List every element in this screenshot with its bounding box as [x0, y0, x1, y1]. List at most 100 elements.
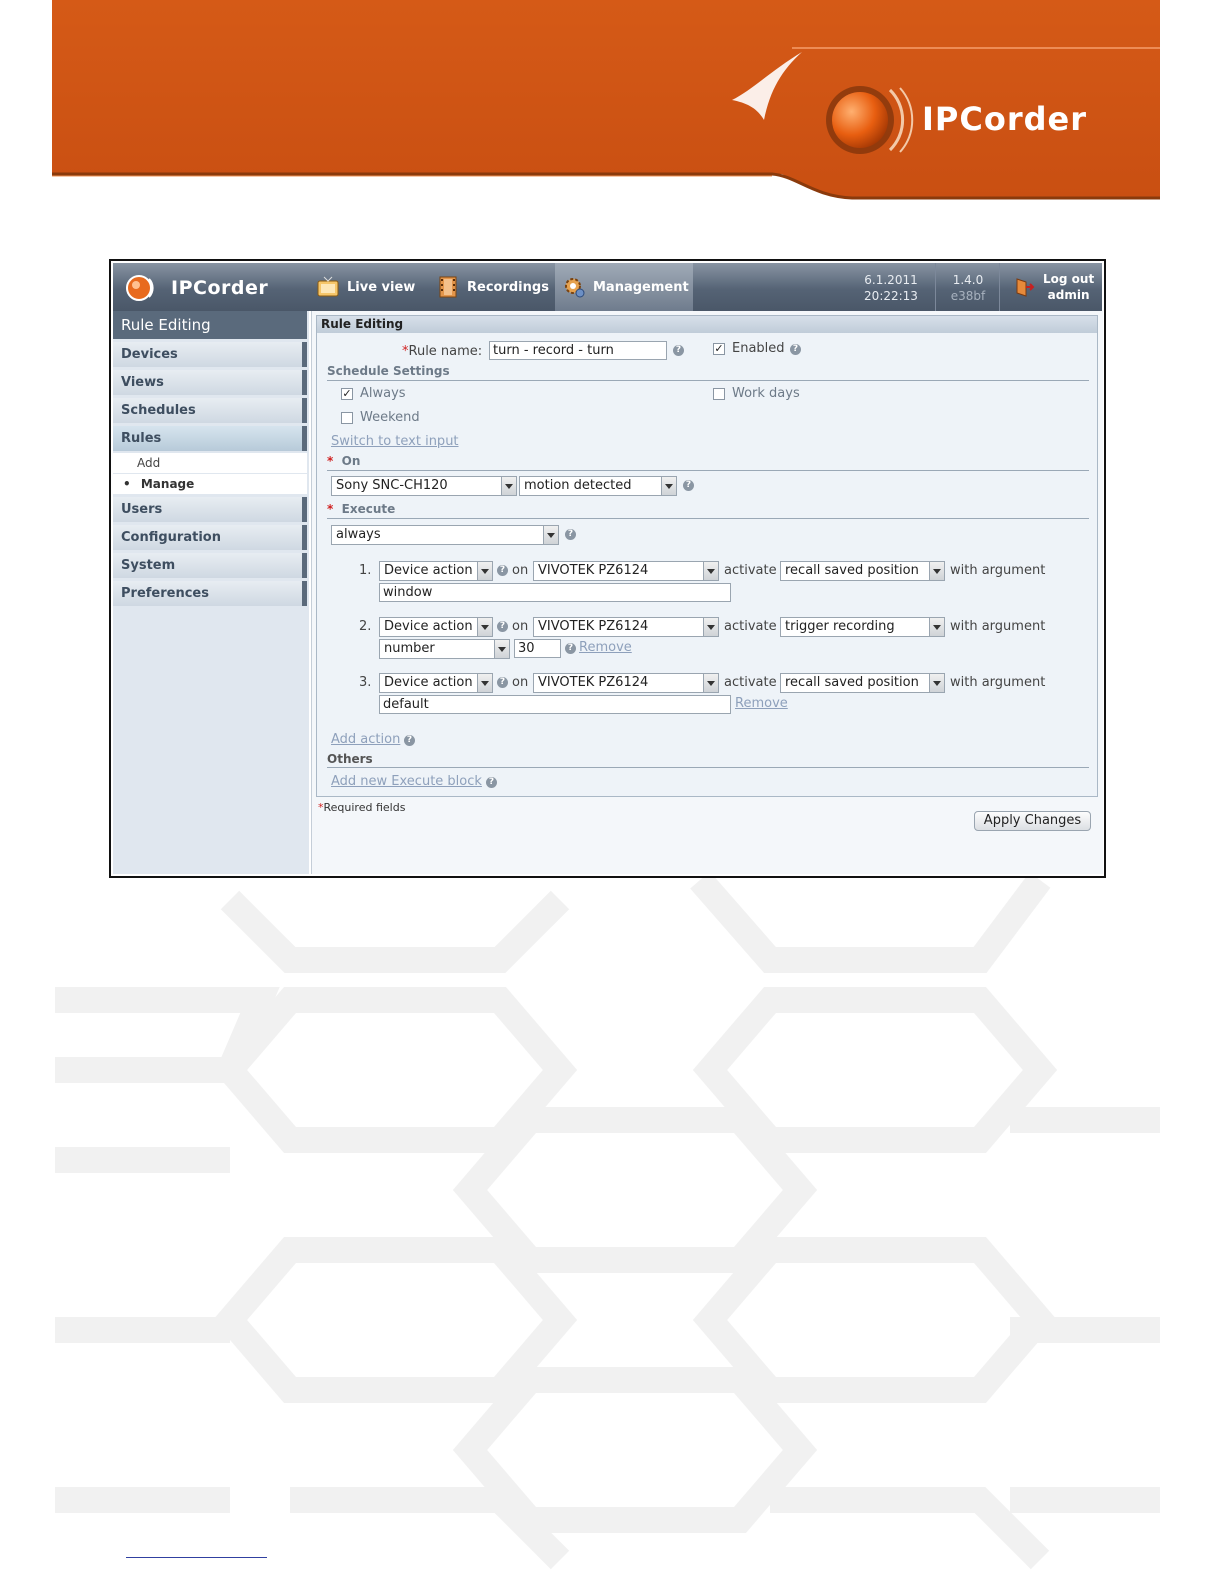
nav-management[interactable]: Management [563, 263, 689, 311]
on-event-select[interactable]: motion detected [519, 476, 677, 496]
help-icon[interactable]: ? [565, 529, 576, 540]
execute-condition-select[interactable]: always [331, 525, 559, 545]
app-name: IPCorder [171, 277, 269, 299]
nav-recordings[interactable]: Recordings [437, 263, 549, 311]
chevron-down-icon [661, 477, 676, 495]
activate-word: activate [724, 619, 777, 634]
chevron-down-icon [929, 674, 944, 692]
with-argument-word: with argument [950, 619, 1046, 634]
sidebar-item-schedules[interactable]: Schedules [113, 398, 307, 423]
rule-editing-panel: Rule Editing *Rule name: turn - record -… [316, 315, 1098, 797]
always-checkbox[interactable]: ✓ [341, 388, 353, 400]
sidebar-item-system[interactable]: System [113, 553, 307, 578]
nav-management-label: Management [593, 279, 689, 295]
top-bar: IPCorder Live view Recordings Management… [113, 263, 1102, 311]
chevron-down-icon [543, 526, 558, 544]
logout-icon [1016, 278, 1035, 297]
on-device-select[interactable]: Sony SNC-CH120 [331, 476, 517, 496]
app-screenshot: IPCorder Live view Recordings Management… [109, 259, 1106, 878]
sidebar-subitem-manage[interactable]: • Manage [113, 474, 307, 494]
datetime-readout: 6.1.2011 20:22:13 [855, 272, 927, 304]
section-divider [327, 518, 1089, 519]
enabled-label: Enabled [732, 341, 785, 356]
always-label: Always [360, 386, 406, 401]
topbar-divider [935, 263, 936, 311]
chevron-down-icon [703, 618, 718, 636]
action-function-select[interactable]: recall saved position [780, 673, 945, 693]
sidebar-item-preferences[interactable]: Preferences [113, 581, 307, 606]
film-icon [439, 276, 457, 298]
username: admin [1047, 288, 1090, 302]
bullet: • [123, 477, 131, 491]
chevron-down-icon [477, 674, 492, 692]
sidebar-item-users[interactable]: Users [113, 497, 307, 522]
chevron-down-icon [929, 618, 944, 636]
action-argument-input[interactable]: 30 [514, 639, 561, 658]
chevron-down-icon [477, 618, 492, 636]
execute-heading: * Execute [327, 502, 396, 516]
enabled-checkbox[interactable]: ✓ [713, 343, 725, 355]
logout-button[interactable]: Log out admin [1013, 263, 1094, 311]
sidebar-item-devices[interactable]: Devices [113, 342, 307, 367]
on-word: on [512, 619, 529, 634]
footer-link-underline [126, 1557, 267, 1558]
remove-action-link[interactable]: Remove [735, 696, 788, 711]
gear-icon [565, 278, 585, 298]
chevron-down-icon [703, 562, 718, 580]
action-number: 2. [359, 619, 372, 634]
action-function-select[interactable]: recall saved position [780, 561, 945, 581]
apply-changes-button[interactable]: Apply Changes [974, 811, 1091, 831]
chevron-down-icon [501, 477, 516, 495]
help-icon[interactable]: ? [486, 777, 497, 788]
version-text: 1.4.0 [952, 273, 984, 287]
sidebar-subitem-add[interactable]: Add [113, 453, 307, 473]
action-type-select[interactable]: Device action [379, 561, 493, 581]
argument-type-select[interactable]: number [379, 639, 510, 659]
action-device-select[interactable]: VIVOTEK PZ6124 [533, 561, 719, 581]
nav-recordings-label: Recordings [467, 279, 549, 295]
add-action-link[interactable]: Add action [331, 732, 400, 747]
remove-action-link[interactable]: Remove [579, 640, 632, 655]
topbar-divider [999, 263, 1000, 311]
sidebar-item-views[interactable]: Views [113, 370, 307, 395]
time-text: 20:22:13 [864, 289, 918, 303]
activate-word: activate [724, 563, 777, 578]
help-icon[interactable]: ? [683, 480, 694, 491]
help-icon[interactable]: ? [673, 345, 684, 356]
action-number: 1. [359, 563, 372, 578]
sidebar-title: Rule Editing [113, 311, 307, 339]
rule-name-label: *Rule name: [402, 344, 483, 359]
action-argument-input[interactable]: window [379, 583, 731, 602]
sidebar-item-configuration[interactable]: Configuration [113, 525, 307, 550]
main-content: Rule Editing *Rule name: turn - record -… [311, 311, 1103, 874]
section-divider [327, 470, 1089, 471]
on-word: on [512, 675, 529, 690]
action-device-select[interactable]: VIVOTEK PZ6124 [533, 617, 719, 637]
action-device-select[interactable]: VIVOTEK PZ6124 [533, 673, 719, 693]
help-icon[interactable]: ? [404, 735, 415, 746]
add-execute-block-link[interactable]: Add new Execute block [331, 774, 482, 789]
action-type-select[interactable]: Device action [379, 617, 493, 637]
weekend-checkbox[interactable] [341, 412, 353, 424]
sidebar-item-rules[interactable]: Rules [113, 426, 307, 451]
chevron-down-icon [494, 640, 509, 658]
section-divider [327, 767, 1089, 768]
nav-live-view[interactable]: Live view [317, 263, 415, 311]
with-argument-word: with argument [950, 675, 1046, 690]
work-days-label: Work days [732, 386, 800, 401]
activate-word: activate [724, 675, 777, 690]
help-icon[interactable]: ? [497, 677, 508, 688]
action-type-select[interactable]: Device action [379, 673, 493, 693]
work-days-checkbox[interactable] [713, 388, 725, 400]
on-word: on [512, 563, 529, 578]
date-text: 6.1.2011 [864, 273, 918, 287]
help-icon[interactable]: ? [497, 621, 508, 632]
rule-name-input[interactable]: turn - record - turn [489, 341, 667, 360]
help-icon[interactable]: ? [790, 344, 801, 355]
help-icon[interactable]: ? [497, 565, 508, 576]
help-icon[interactable]: ? [565, 643, 576, 654]
action-argument-input[interactable]: default [379, 695, 731, 714]
nav-live-view-label: Live view [347, 279, 416, 295]
switch-to-text-input-link[interactable]: Switch to text input [331, 434, 459, 449]
action-function-select[interactable]: trigger recording [780, 617, 945, 637]
